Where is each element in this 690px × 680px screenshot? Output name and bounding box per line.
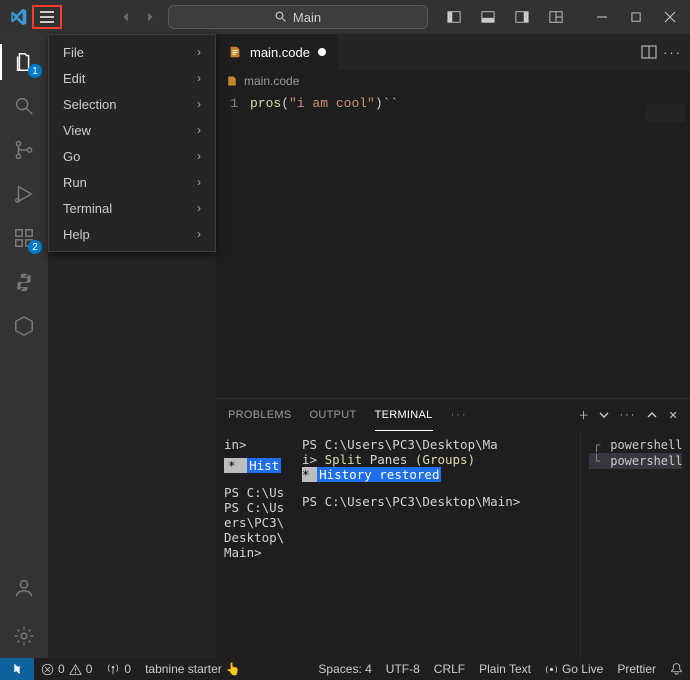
explorer-badge: 1	[28, 64, 42, 78]
hamburger-icon	[40, 11, 54, 23]
status-notifications[interactable]	[663, 662, 690, 675]
tree-branch-icon: └	[593, 454, 600, 468]
code-line: pros("i am cool")``	[250, 96, 398, 420]
editor-tab-bar: main.code ···	[216, 34, 690, 70]
layout-sidebar-right-icon[interactable]	[506, 3, 538, 31]
menu-go[interactable]: Go›	[49, 143, 215, 169]
terminal-pane-2[interactable]: PS C:\Users\PC3\Desktop\Ma i> Split Pane…	[294, 431, 580, 658]
title-bar: Main	[0, 0, 690, 34]
pointer-icon: 👆	[226, 662, 241, 676]
file-icon	[226, 75, 238, 87]
terminal-pane-1[interactable]: in> * Hist PS C:\Us PS C:\Us ers\PC3\ De…	[216, 431, 294, 658]
chevron-right-icon: ›	[197, 149, 201, 163]
menu-view[interactable]: View›	[49, 117, 215, 143]
breadcrumb[interactable]: main.code	[216, 70, 690, 92]
status-problems[interactable]: 0 0	[34, 658, 99, 680]
panel-tab-problems[interactable]: PROBLEMS	[228, 409, 292, 421]
chevron-down-icon[interactable]	[599, 410, 609, 420]
vscode-logo-icon	[4, 8, 32, 26]
menu-edit[interactable]: Edit›	[49, 65, 215, 91]
extensions-badge: 2	[28, 240, 42, 254]
nav-back-button[interactable]	[114, 5, 138, 29]
activity-python-icon[interactable]	[0, 260, 48, 304]
broadcast-icon	[545, 663, 558, 676]
bell-icon	[670, 662, 683, 675]
status-eol[interactable]: CRLF	[427, 662, 472, 676]
customize-layout-icon[interactable]	[540, 3, 572, 31]
terminal-list-item[interactable]: ┌ powershell	[589, 437, 682, 453]
chevron-right-icon: ›	[197, 71, 201, 85]
layout-sidebar-left-icon[interactable]	[438, 3, 470, 31]
terminal-list: ┌ powershell └ powershell	[580, 431, 690, 658]
bottom-panel: PROBLEMS OUTPUT TERMINAL ··· ＋ ··· ✕ in>…	[216, 398, 690, 658]
status-bar: 0 0 0 tabnine starter 👆 Spaces: 4 UTF-8 …	[0, 658, 690, 680]
hist-star: *	[224, 458, 247, 473]
more-actions-icon[interactable]: ···	[663, 45, 682, 60]
panel-close-icon[interactable]: ✕	[668, 409, 678, 422]
panel-more-actions-icon[interactable]: ···	[619, 409, 636, 421]
layout-panel-icon[interactable]	[472, 3, 504, 31]
activity-hex-icon[interactable]	[0, 304, 48, 348]
editor-tab-main[interactable]: main.code	[216, 34, 339, 70]
activity-extensions[interactable]: 2	[0, 216, 48, 260]
activity-run-debug[interactable]	[0, 172, 48, 216]
status-go-live[interactable]: Go Live	[538, 662, 610, 676]
activity-accounts[interactable]	[0, 566, 48, 610]
panel-tab-terminal[interactable]: TERMINAL	[375, 399, 433, 431]
activity-source-control[interactable]	[0, 128, 48, 172]
minimap[interactable]	[646, 104, 686, 122]
panel-tab-bar: PROBLEMS OUTPUT TERMINAL ··· ＋ ··· ✕	[216, 399, 690, 431]
panel-more-icon[interactable]: ···	[451, 409, 468, 421]
status-prettier[interactable]: Prettier	[610, 662, 663, 676]
search-text: Main	[293, 10, 321, 25]
app-menu-button[interactable]	[32, 5, 62, 29]
menu-run[interactable]: Run›	[49, 169, 215, 195]
status-ports[interactable]: 0	[99, 658, 138, 680]
menu-selection[interactable]: Selection›	[49, 91, 215, 117]
command-center-search[interactable]: Main	[168, 5, 428, 29]
chevron-right-icon: ›	[197, 123, 201, 137]
activity-bar: 1 2	[0, 34, 48, 658]
line-number: 1	[216, 96, 250, 420]
radio-tower-icon	[106, 662, 120, 676]
chevron-up-icon[interactable]	[646, 409, 658, 421]
remote-indicator[interactable]	[0, 658, 34, 680]
terminal-new-icon[interactable]: ＋	[578, 407, 589, 423]
status-tabnine[interactable]: tabnine starter 👆	[138, 658, 248, 680]
chevron-right-icon: ›	[197, 227, 201, 241]
status-encoding[interactable]: UTF-8	[379, 662, 427, 676]
window-minimize-button[interactable]	[586, 3, 618, 31]
file-icon	[228, 45, 242, 59]
dirty-indicator-icon	[318, 48, 326, 56]
tab-label: main.code	[250, 45, 310, 60]
app-menu-dropdown: File› Edit› Selection› View› Go› Run› Te…	[48, 34, 216, 252]
chevron-right-icon: ›	[197, 97, 201, 111]
menu-file[interactable]: File›	[49, 39, 215, 65]
chevron-right-icon: ›	[197, 201, 201, 215]
chevron-right-icon: ›	[197, 175, 201, 189]
menu-help[interactable]: Help›	[49, 221, 215, 247]
activity-settings[interactable]	[0, 614, 48, 658]
search-icon	[275, 11, 287, 23]
terminal-body[interactable]: in> * Hist PS C:\Us PS C:\Us ers\PC3\ De…	[216, 431, 690, 658]
tree-branch-icon: ┌	[593, 438, 600, 452]
panel-tab-output[interactable]: OUTPUT	[310, 409, 357, 421]
split-editor-icon[interactable]	[641, 44, 657, 60]
activity-explorer[interactable]: 1	[0, 40, 48, 84]
window-close-button[interactable]	[654, 3, 686, 31]
window-maximize-button[interactable]	[620, 3, 652, 31]
status-spaces[interactable]: Spaces: 4	[311, 662, 378, 676]
breadcrumb-label: main.code	[244, 74, 299, 88]
code-editor[interactable]: 1 pros("i am cool")``	[216, 92, 690, 420]
editor-region: main.code ··· main.code 1 pros("i am coo…	[216, 34, 690, 420]
menu-terminal[interactable]: Terminal›	[49, 195, 215, 221]
chevron-right-icon: ›	[197, 45, 201, 59]
terminal-list-item[interactable]: └ powershell	[589, 453, 682, 469]
status-language[interactable]: Plain Text	[472, 662, 538, 676]
nav-forward-button[interactable]	[138, 5, 162, 29]
warning-icon	[69, 663, 82, 676]
activity-search[interactable]	[0, 84, 48, 128]
error-icon	[41, 663, 54, 676]
sidebar-background	[48, 246, 216, 658]
